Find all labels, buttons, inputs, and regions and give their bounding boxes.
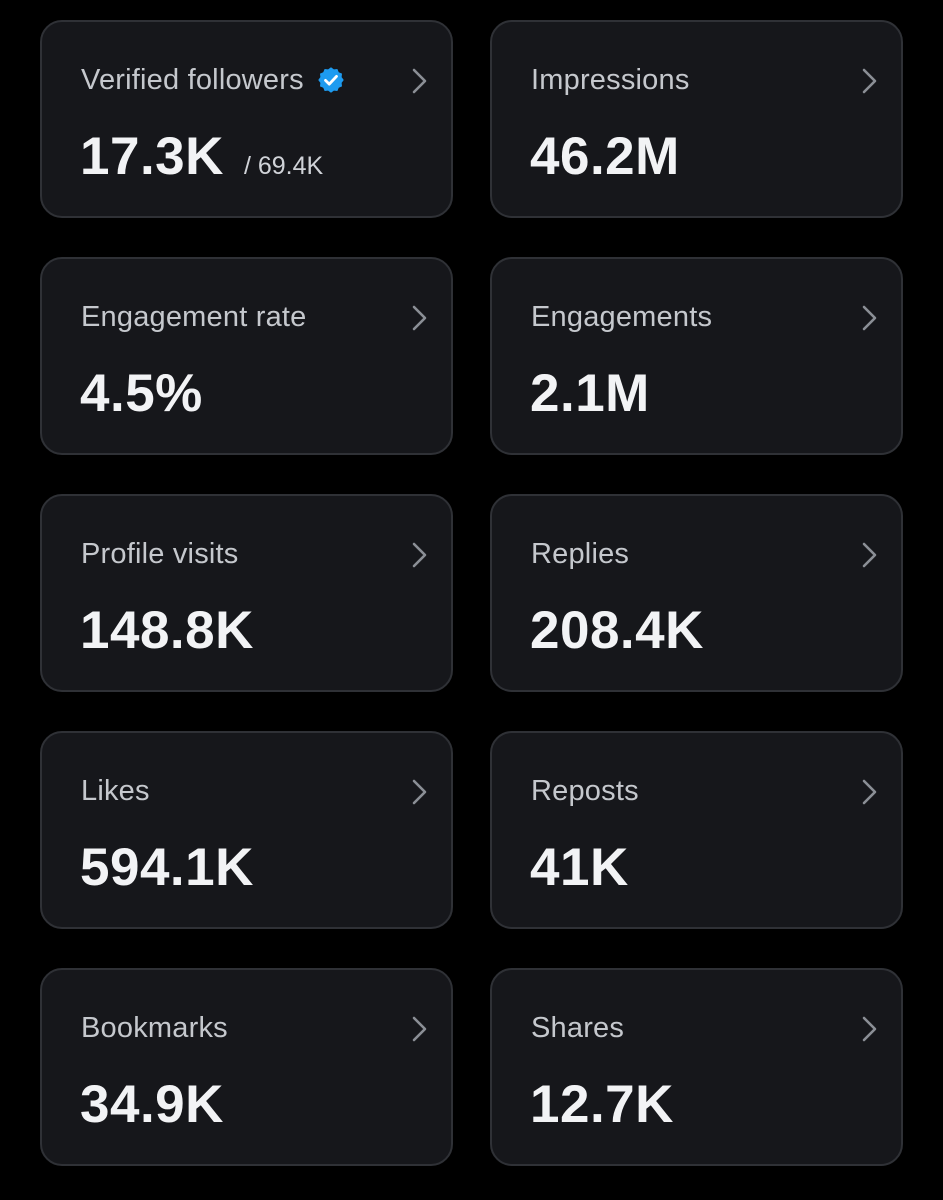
card-verified-followers[interactable]: Verified followers 17.3K / 69.4K bbox=[40, 20, 453, 218]
chevron-right-icon bbox=[412, 1016, 427, 1042]
card-value-row: 41K bbox=[530, 837, 629, 898]
card-label-row: Engagements bbox=[531, 297, 712, 337]
card-label: Impressions bbox=[531, 63, 690, 96]
card-value: 148.8K bbox=[80, 601, 254, 660]
card-label: Reposts bbox=[531, 774, 639, 807]
card-value-row: 17.3K / 69.4K bbox=[80, 126, 323, 187]
card-label: Verified followers bbox=[81, 63, 304, 96]
card-value: 4.5% bbox=[80, 364, 203, 423]
card-value: 34.9K bbox=[80, 1075, 224, 1134]
card-value-row: 594.1K bbox=[80, 837, 254, 898]
card-engagements[interactable]: Engagements 2.1M bbox=[490, 257, 903, 455]
card-replies[interactable]: Replies 208.4K bbox=[490, 494, 903, 692]
card-value: 2.1M bbox=[530, 364, 650, 423]
card-value-row: 148.8K bbox=[80, 600, 254, 661]
card-label-row: Impressions bbox=[531, 60, 690, 100]
verified-badge-icon bbox=[316, 65, 346, 95]
card-label-row: Shares bbox=[531, 1008, 624, 1048]
card-value: 41K bbox=[530, 838, 629, 897]
chevron-right-icon bbox=[412, 305, 427, 331]
card-label: Likes bbox=[81, 774, 150, 807]
card-value-row: 208.4K bbox=[530, 600, 704, 661]
card-value: 17.3K bbox=[80, 127, 224, 186]
card-shares[interactable]: Shares 12.7K bbox=[490, 968, 903, 1166]
card-value-row: 2.1M bbox=[530, 363, 650, 424]
chevron-right-icon bbox=[862, 68, 877, 94]
card-label: Engagements bbox=[531, 300, 713, 333]
card-label-row: Replies bbox=[531, 534, 629, 574]
card-value-row: 46.2M bbox=[530, 126, 680, 187]
card-label-row: Engagement rate bbox=[81, 297, 306, 337]
card-impressions[interactable]: Impressions 46.2M bbox=[490, 20, 903, 218]
chevron-right-icon bbox=[862, 542, 877, 568]
card-label-row: Verified followers bbox=[81, 60, 346, 100]
chevron-right-icon bbox=[862, 305, 877, 331]
card-value: 208.4K bbox=[530, 601, 704, 660]
card-label-row: Likes bbox=[81, 771, 150, 811]
card-engagement-rate[interactable]: Engagement rate 4.5% bbox=[40, 257, 453, 455]
card-label-row: Bookmarks bbox=[81, 1008, 228, 1048]
chevron-right-icon bbox=[412, 542, 427, 568]
card-value-row: 4.5% bbox=[80, 363, 203, 424]
card-label: Bookmarks bbox=[81, 1011, 228, 1044]
card-label: Replies bbox=[531, 537, 630, 570]
chevron-right-icon bbox=[412, 779, 427, 805]
card-label-row: Reposts bbox=[531, 771, 639, 811]
card-reposts[interactable]: Reposts 41K bbox=[490, 731, 903, 929]
card-label-row: Profile visits bbox=[81, 534, 239, 574]
card-subvalue: / 69.4K bbox=[243, 152, 324, 180]
card-value-row: 34.9K bbox=[80, 1074, 224, 1135]
chevron-right-icon bbox=[412, 68, 427, 94]
card-likes[interactable]: Likes 594.1K bbox=[40, 731, 453, 929]
metrics-grid: Verified followers 17.3K / 69.4K Impress… bbox=[40, 20, 903, 1166]
chevron-right-icon bbox=[862, 1016, 877, 1042]
card-label: Engagement rate bbox=[81, 300, 307, 333]
card-profile-visits[interactable]: Profile visits 148.8K bbox=[40, 494, 453, 692]
card-value: 46.2M bbox=[530, 127, 680, 186]
card-value: 594.1K bbox=[80, 838, 254, 897]
card-label: Shares bbox=[531, 1011, 625, 1044]
card-value-row: 12.7K bbox=[530, 1074, 674, 1135]
chevron-right-icon bbox=[862, 779, 877, 805]
card-value: 12.7K bbox=[530, 1075, 674, 1134]
card-bookmarks[interactable]: Bookmarks 34.9K bbox=[40, 968, 453, 1166]
card-label: Profile visits bbox=[81, 537, 239, 570]
